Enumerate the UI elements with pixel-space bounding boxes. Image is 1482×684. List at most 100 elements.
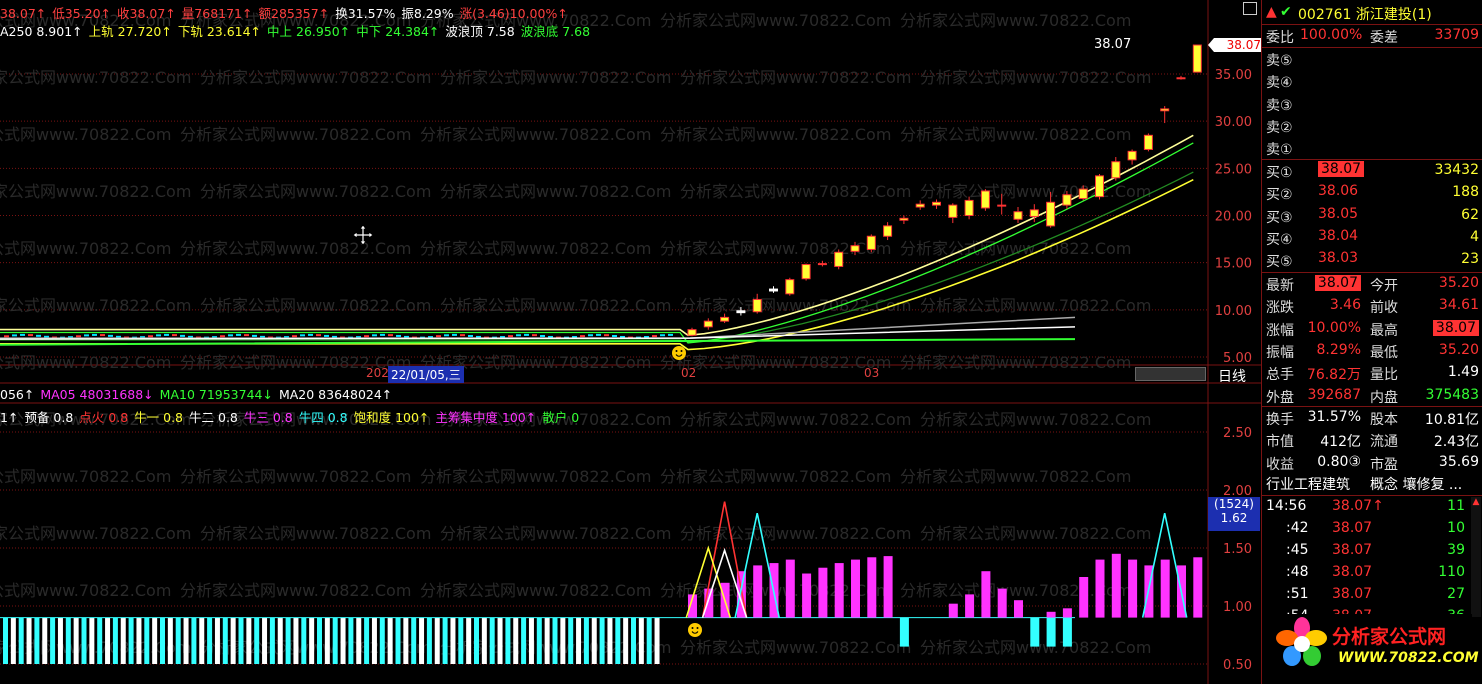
quote-label: 最高: [1370, 322, 1398, 339]
indicator-flag-value: 1.62: [1220, 511, 1248, 525]
quote-row: 总手 76.82万 量比 1.49: [1266, 362, 1479, 384]
oscillator-bar: [10, 617, 16, 664]
logo-url: WWW.70822.COM: [1338, 650, 1479, 666]
watermark-text: 分析家公式网www.70822.Com: [200, 296, 431, 315]
quote-label: 振幅: [1266, 344, 1294, 361]
oscillator-bar: [623, 617, 629, 664]
oscillator-bar: [948, 603, 958, 618]
header-item: 低35.20↑: [52, 6, 112, 21]
watermark-text: 分析家公式网www.70822.Com: [420, 467, 651, 486]
oscillator-bar: [269, 617, 275, 664]
price-candle: [172, 334, 177, 337]
concept-label[interactable]: 概念 壤修复 ...: [1370, 474, 1462, 494]
quote-value: 8.29%: [1316, 341, 1361, 358]
tick-time: :45: [1286, 542, 1309, 558]
scrollbar[interactable]: [1135, 367, 1206, 381]
price-axis-label: 10.00: [1215, 304, 1252, 319]
industry-label[interactable]: 行业工程建筑: [1266, 474, 1350, 494]
price-candle: [12, 334, 17, 337]
oscillator-bar: [230, 617, 236, 664]
period-label[interactable]: 日线: [1218, 366, 1246, 386]
price-candle: [156, 334, 161, 337]
oscillator-bar: [301, 617, 307, 664]
watermark-text: 分析家公式网www.70822.Com: [920, 410, 1151, 429]
tick-time: :48: [1286, 564, 1309, 580]
oscillator-bar: [450, 617, 456, 664]
price-candle: [588, 334, 593, 337]
chart-canvas[interactable]: 35.0030.0025.0020.0015.0010.005.002.502.…: [0, 0, 1262, 684]
quote-label: 最新: [1266, 278, 1294, 294]
maximize-icon[interactable]: [1243, 2, 1257, 15]
price-candle: [997, 204, 1007, 207]
oscillator-bar: [419, 617, 425, 664]
price-flag-value: 38.07: [1226, 38, 1261, 52]
price-candle: [460, 334, 465, 337]
price-candle: [1127, 150, 1137, 161]
quote-label: 外盘: [1266, 389, 1294, 406]
oscillator-bar: [309, 617, 315, 664]
smiley-icon-eye: [680, 350, 683, 352]
price-candle: [244, 334, 249, 337]
oscillator-bar: [615, 617, 621, 664]
indicator-params-line: A250 8.901↑ 上轨 27.720↑ 下轨 23.614↑ 中上 26.950…: [0, 21, 596, 40]
price-candle: [1013, 211, 1023, 220]
watermark-text: 分析家公式网www.70822.Com: [440, 182, 671, 201]
bid-volume: 33432: [1434, 162, 1479, 178]
oscillator-bar: [324, 617, 330, 664]
scroll-up-icon[interactable]: ▲: [1471, 497, 1481, 507]
price-candle: [180, 334, 185, 337]
price-candle: [372, 334, 377, 337]
stat-row: 市值 412亿 流通 2.43亿: [1266, 429, 1479, 451]
oscillator-bar: [497, 617, 503, 664]
price-candle: [850, 245, 860, 252]
oscillator-bar: [599, 617, 605, 664]
stock-title: 002761 浙江建投(1): [1298, 7, 1432, 23]
watermark-text: 分析家公式网www.70822.Com: [920, 182, 1151, 201]
move-cursor-icon: [352, 224, 374, 246]
price-candle: [1095, 175, 1104, 198]
watermark-text: 分析家公式网www.70822.Com: [0, 239, 171, 258]
weibi-row: 委比 100.00% 委差 33709: [1266, 25, 1479, 47]
tick-scrollbar[interactable]: ▲: [1471, 497, 1481, 617]
price-candle: [915, 203, 925, 208]
price-candle: [516, 334, 521, 337]
watermark-text: 分析家公式网www.70822.Com: [440, 296, 671, 315]
price-candle: [964, 199, 974, 216]
oscillator-bar: [576, 617, 582, 664]
price-candle: [817, 263, 827, 266]
price-candle: [532, 334, 537, 337]
indicator-axis-label: 1.00: [1223, 600, 1252, 615]
tick-volume: 10: [1447, 520, 1465, 536]
price-candle: [4, 335, 9, 338]
quote-label: 涨幅: [1266, 322, 1294, 339]
oscillator-bar: [1046, 611, 1056, 618]
bid-price: 38.04: [1318, 227, 1359, 244]
watermark-text: 分析家公式网www.70822.Com: [0, 581, 171, 600]
oscillator-bar: [73, 617, 79, 664]
oscillator-bar: [591, 617, 597, 664]
oscillator-bar: [1014, 600, 1023, 618]
header-item: 量768171↑: [181, 6, 253, 21]
oscillator-bar: [997, 588, 1007, 618]
smiley-icon: [672, 346, 686, 360]
quote-panel: ▲ ✔ 002761 浙江建投(1) 委比 100.00% 委差 33709 卖…: [1261, 0, 1482, 684]
indicator-axis-label: 1.50: [1223, 542, 1252, 557]
price-candle: [252, 334, 257, 337]
oscillator-bar: [348, 617, 354, 664]
oscillator-bar: [1095, 559, 1105, 618]
header-item: 振8.29%: [401, 6, 454, 21]
oscillator-bar: [1193, 557, 1203, 618]
stat-value: 2.43亿: [1433, 434, 1479, 451]
header-item: 牛四 0.8: [298, 410, 348, 425]
price-candle: [752, 298, 762, 313]
price-candle: [228, 334, 233, 337]
oscillator-bar: [785, 559, 795, 618]
price-candle: [36, 334, 41, 337]
quote-row: 振幅 8.29% 最低 35.20: [1266, 340, 1479, 362]
oscillator-bar: [277, 617, 283, 664]
price-candle: [652, 335, 657, 338]
tick-volume: 11: [1447, 498, 1465, 514]
price-candle: [866, 235, 876, 250]
stat-value: 31.57%: [1307, 409, 1361, 425]
tick-price: 38.07: [1332, 520, 1373, 536]
